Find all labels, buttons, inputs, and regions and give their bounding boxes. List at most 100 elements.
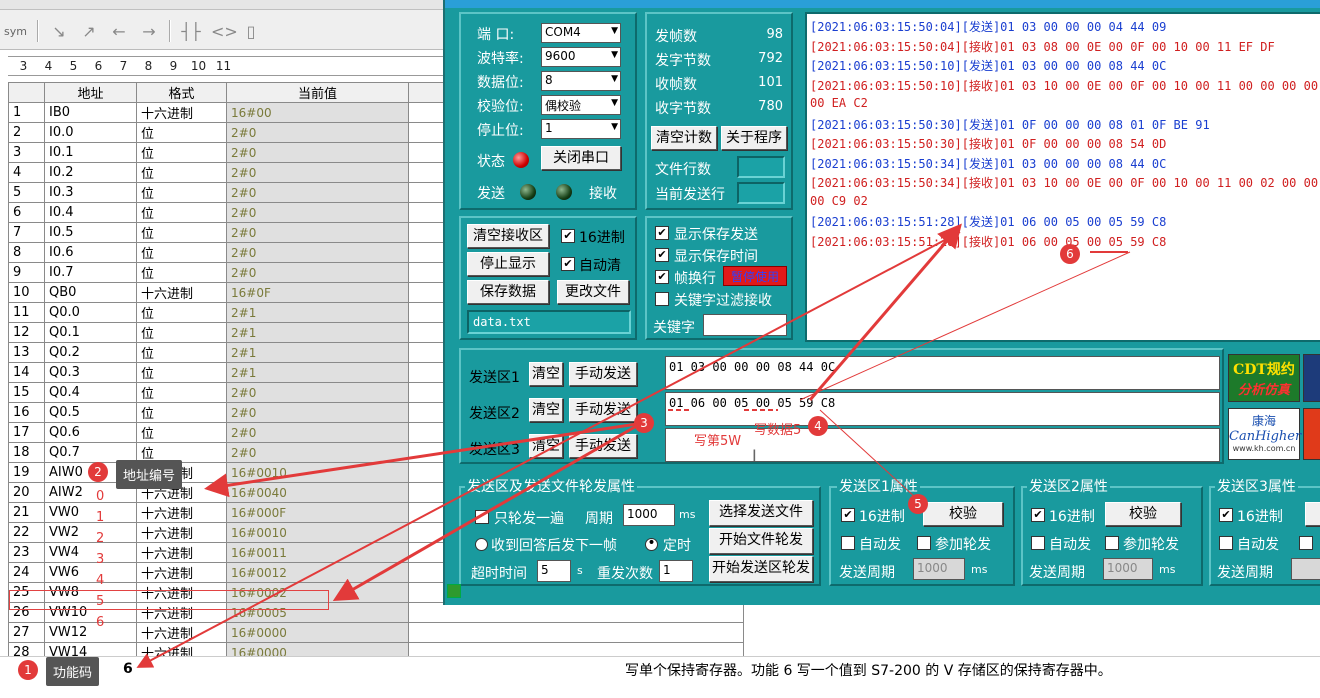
col-header-format[interactable]: 格式 [136, 82, 227, 103]
select-file-button[interactable]: 选择发送文件 [709, 500, 813, 526]
row-format[interactable]: 十六进制 [136, 522, 227, 543]
area3-hex-checkbox[interactable]: ✔ [1219, 508, 1233, 522]
row-address[interactable]: VW6 [44, 562, 137, 583]
hex-display-checkbox[interactable]: ✔ [561, 229, 575, 243]
row-current-value[interactable]: 16#0012 [226, 562, 409, 583]
frame-wrap-checkbox[interactable]: ✔ [655, 270, 669, 284]
save-data-button[interactable]: 保存数据 [467, 280, 549, 304]
row-address[interactable]: I0.3 [44, 182, 137, 203]
row-address[interactable]: Q0.0 [44, 302, 137, 323]
row-current-value[interactable]: 2#1 [226, 302, 409, 323]
filename-field[interactable]: data.txt [467, 310, 631, 334]
start-file-send-button[interactable]: 开始文件轮发 [709, 528, 813, 554]
row-format[interactable]: 十六进制 [136, 622, 227, 643]
retry-input[interactable]: 1 [659, 560, 693, 582]
area1-period-input[interactable]: 1000 [913, 558, 965, 580]
area1-hex-checkbox[interactable]: ✔ [841, 508, 855, 522]
row-current-value[interactable]: 16#0011 [226, 542, 409, 563]
row-address[interactable]: I0.4 [44, 202, 137, 223]
send-area-3-clear-button[interactable]: 清空 [529, 434, 563, 458]
indent-left-icon[interactable]: ↗ [79, 22, 99, 41]
auto-clear-checkbox[interactable]: ✔ [561, 257, 575, 271]
show-save-send-checkbox[interactable]: ✔ [655, 226, 669, 240]
row-current-value[interactable]: 2#0 [226, 402, 409, 423]
row-format[interactable]: 位 [136, 322, 227, 343]
row-address[interactable]: I0.7 [44, 262, 137, 283]
area2-period-input[interactable]: 1000 [1103, 558, 1153, 580]
row-current-value[interactable]: 2#0 [226, 182, 409, 203]
clear-count-button[interactable]: 清空计数 [651, 126, 717, 150]
row-current-value[interactable]: 2#0 [226, 422, 409, 443]
baud-select[interactable]: 9600 [541, 47, 621, 67]
after-reply-radio[interactable] [475, 538, 488, 551]
row-current-value[interactable]: 16#0F [226, 282, 409, 303]
timed-radio[interactable]: • [645, 536, 658, 551]
row-address[interactable]: Q0.3 [44, 362, 137, 383]
send-area-1-clear-button[interactable]: 清空 [529, 362, 563, 386]
split-icon[interactable]: ┤├ [181, 22, 201, 41]
row-address[interactable]: I0.5 [44, 222, 137, 243]
about-button[interactable]: 关于程序 [721, 126, 787, 150]
area2-verify-button[interactable]: 校验 [1105, 502, 1181, 526]
area3-period-input[interactable] [1291, 558, 1320, 580]
row-address[interactable]: I0.1 [44, 142, 137, 163]
send-area-2-manual-send-button[interactable]: 手动发送 [569, 398, 637, 422]
row-format[interactable]: 十六进制 [136, 282, 227, 303]
row-address[interactable]: Q0.2 [44, 342, 137, 363]
row-current-value[interactable]: 16#0000 [226, 622, 409, 643]
send-area-3-manual-send-button[interactable]: 手动发送 [569, 434, 637, 458]
row-address[interactable]: I0.0 [44, 122, 137, 143]
row-format[interactable]: 位 [136, 422, 227, 443]
timeout-input[interactable]: 5 [537, 560, 571, 582]
row-address[interactable]: VW4 [44, 542, 137, 563]
area1-auto-checkbox[interactable] [841, 536, 855, 550]
row-address[interactable]: Q0.6 [44, 422, 137, 443]
row-format[interactable]: 位 [136, 222, 227, 243]
row-current-value[interactable]: 2#0 [226, 382, 409, 403]
row-format[interactable]: 位 [136, 382, 227, 403]
row-current-value[interactable]: 16#000F [226, 502, 409, 523]
row-address[interactable]: VW2 [44, 522, 137, 543]
row-format[interactable]: 位 [136, 162, 227, 183]
row-current-value[interactable]: 2#1 [226, 342, 409, 363]
data-bits-select[interactable]: 8 [541, 71, 621, 91]
row-current-value[interactable]: 16#0010 [226, 522, 409, 543]
row-address[interactable]: IB0 [44, 102, 137, 123]
area3-verify-button[interactable] [1305, 502, 1320, 526]
row-format[interactable]: 位 [136, 242, 227, 263]
row-current-value[interactable]: 2#0 [226, 242, 409, 263]
row-current-value[interactable]: 2#0 [226, 222, 409, 243]
row-current-value[interactable]: 16#0040 [226, 482, 409, 503]
change-file-button[interactable]: 更改文件 [557, 280, 629, 304]
clear-receive-button[interactable]: 清空接收区 [467, 224, 549, 248]
row-format[interactable]: 位 [136, 302, 227, 323]
row-format[interactable]: 十六进制 [136, 502, 227, 523]
period-input[interactable]: 1000 [623, 504, 675, 526]
area2-hex-checkbox[interactable]: ✔ [1031, 508, 1045, 522]
col-header-current-value[interactable]: 当前值 [226, 82, 409, 103]
row-address[interactable]: VW0 [44, 502, 137, 523]
receive-log-area[interactable]: [2021:06:03:15:50:04][发送]01 03 00 00 00 … [805, 12, 1320, 342]
row-format[interactable]: 位 [136, 202, 227, 223]
row-address[interactable]: Q0.4 [44, 382, 137, 403]
send-area-2-clear-button[interactable]: 清空 [529, 398, 563, 422]
show-save-time-checkbox[interactable]: ✔ [655, 248, 669, 262]
copy-icon[interactable]: ▯ [241, 22, 261, 41]
indent-right-icon[interactable]: ↘ [49, 22, 69, 41]
arrow-right-icon[interactable]: → [139, 22, 159, 41]
row-address[interactable]: QB0 [44, 282, 137, 303]
send-area-1-manual-send-button[interactable]: 手动发送 [569, 362, 637, 386]
area3-join-checkbox[interactable] [1299, 536, 1313, 550]
row-format[interactable]: 位 [136, 182, 227, 203]
row-current-value[interactable]: 16#00 [226, 102, 409, 123]
code-icon[interactable]: <> [211, 22, 238, 41]
row-current-value[interactable]: 2#1 [226, 322, 409, 343]
row-format[interactable]: 位 [136, 362, 227, 383]
cdt-protocol-logo[interactable]: CDT规约 分析仿真 [1228, 354, 1300, 402]
port-select[interactable]: COM4 [541, 23, 621, 43]
row-current-value[interactable]: 2#0 [226, 262, 409, 283]
row-address[interactable]: I0.6 [44, 242, 137, 263]
row-current-value[interactable]: 2#0 [226, 142, 409, 163]
row-address[interactable]: Q0.1 [44, 322, 137, 343]
row-format[interactable]: 十六进制 [136, 102, 227, 123]
